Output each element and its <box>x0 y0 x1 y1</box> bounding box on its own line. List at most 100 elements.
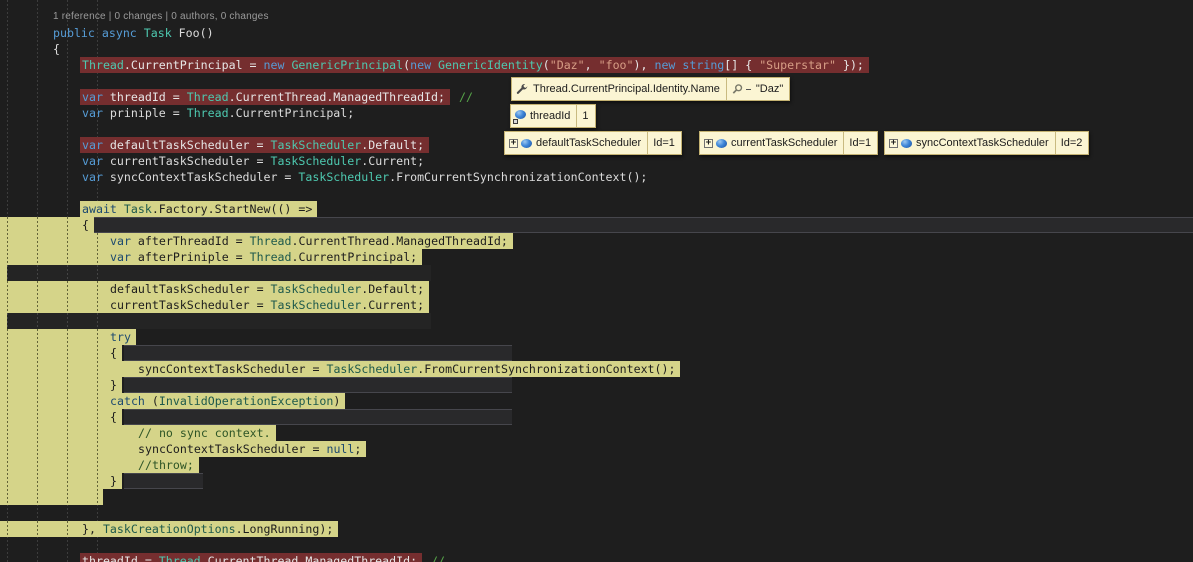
expander-icon[interactable]: + <box>889 138 898 148</box>
code-line[interactable] <box>0 489 1193 505</box>
codelens-info[interactable]: 1 reference | 0 changes | 0 authors, 0 c… <box>53 11 269 22</box>
expander-icon[interactable]: + <box>704 138 713 148</box>
expander-icon[interactable]: + <box>509 138 518 148</box>
code-line[interactable] <box>0 537 1193 553</box>
code-text[interactable]: var afterThreadId = Thread.CurrentThread… <box>108 233 513 249</box>
datatip-separator <box>725 78 727 100</box>
code-line[interactable]: } <box>0 377 1193 393</box>
highlight-margin-bar <box>0 297 108 313</box>
code-line[interactable]: var syncContextTaskScheduler = TaskSched… <box>0 169 1193 185</box>
code-text[interactable]: await Task.Factory.StartNew(() => <box>80 201 318 217</box>
code-line[interactable]: { <box>0 345 1193 361</box>
highlight-margin-bar <box>0 329 108 345</box>
code-text[interactable]: public async Task Foo() <box>51 25 219 41</box>
code-line[interactable]: { <box>0 409 1193 425</box>
code-line[interactable]: var afterPriniple = Thread.CurrentPrinci… <box>0 249 1193 265</box>
code-line[interactable]: { <box>0 41 1193 57</box>
code-line[interactable]: currentTaskScheduler = TaskScheduler.Cur… <box>0 297 1193 313</box>
datatip-currenttaskscheduler[interactable]: + currentTaskScheduler Id=1 <box>699 131 879 155</box>
highlight-margin-bar <box>0 425 136 441</box>
code-text[interactable]: var priniple = Thread.CurrentPrincipal; <box>80 105 359 121</box>
code-line[interactable]: var priniple = Thread.CurrentPrincipal; <box>0 105 1193 121</box>
code-text[interactable]: //throw; <box>136 457 199 473</box>
datatip-synccontexttaskscheduler[interactable]: + syncContextTaskScheduler Id=2 <box>884 131 1090 155</box>
code-line[interactable]: threadId = Thread.CurrentThread.ManagedT… <box>0 553 1193 562</box>
code-text[interactable]: syncContextTaskScheduler = null; <box>136 441 367 457</box>
line-band <box>124 409 512 425</box>
highlight-margin-bar <box>0 345 108 361</box>
code-text[interactable]: var currentTaskScheduler = TaskScheduler… <box>80 153 429 169</box>
code-text[interactable]: var syncContextTaskScheduler = TaskSched… <box>80 169 652 185</box>
highlight-margin-bar <box>0 281 108 297</box>
code-text[interactable]: var afterPriniple = Thread.CurrentPrinci… <box>108 249 423 265</box>
line-band <box>124 473 203 489</box>
code-text[interactable]: defaultTaskScheduler = TaskScheduler.Def… <box>108 281 430 297</box>
datatip-threadid[interactable]: threadId 1 <box>510 104 596 128</box>
code-line[interactable]: var currentTaskScheduler = TaskScheduler… <box>0 153 1193 169</box>
highlight-margin-bar <box>0 457 136 473</box>
code-text[interactable]: { <box>108 409 122 425</box>
highlight-margin-bar <box>0 217 80 233</box>
datatip-label: defaultTaskScheduler <box>536 137 642 149</box>
highlight-margin-bar <box>0 313 7 329</box>
code-editor[interactable]: 1 reference | 0 changes | 0 authors, 0 c… <box>0 0 1193 562</box>
code-text[interactable]: threadId = Thread.CurrentThread.ManagedT… <box>80 553 423 562</box>
code-text[interactable]: syncContextTaskScheduler = TaskScheduler… <box>136 361 681 377</box>
datatip-label: currentTaskScheduler <box>731 137 838 149</box>
code-line[interactable]: //throw; <box>0 457 1193 473</box>
line-band <box>124 345 512 361</box>
dropdown-caret-icon[interactable] <box>745 88 751 90</box>
code-text[interactable]: { <box>51 41 65 57</box>
datatip-value: Id=1 <box>653 137 675 149</box>
datatip-label: syncContextTaskScheduler <box>916 137 1049 149</box>
code-line[interactable] <box>0 265 1193 281</box>
line-band <box>7 265 431 281</box>
datatip-expression[interactable]: Thread.CurrentPrincipal.Identity.Name "D… <box>511 77 791 101</box>
datatip-separator <box>843 132 845 154</box>
code-text[interactable]: currentTaskScheduler = TaskScheduler.Cur… <box>108 297 430 313</box>
code-line[interactable]: syncContextTaskScheduler = TaskScheduler… <box>0 361 1193 377</box>
code-text[interactable]: Thread.CurrentPrincipal = new GenericPri… <box>80 57 869 73</box>
code-line[interactable]: { <box>0 217 1193 233</box>
datatip-separator <box>647 132 649 154</box>
code-text[interactable]: // <box>450 89 473 105</box>
code-line[interactable] <box>0 185 1193 201</box>
code-line[interactable]: public async Task Foo() <box>0 25 1193 41</box>
datatip-separator <box>1054 132 1056 154</box>
code-text[interactable]: { <box>108 345 122 361</box>
highlight-margin-bar <box>0 265 7 281</box>
highlight-margin-bar <box>0 489 103 505</box>
code-line[interactable]: 1 reference | 0 changes | 0 authors, 0 c… <box>0 9 1193 25</box>
code-line[interactable]: syncContextTaskScheduler = null; <box>0 441 1193 457</box>
line-band <box>94 217 1193 233</box>
code-text[interactable]: // no sync context. <box>136 425 276 441</box>
line-band <box>7 313 431 329</box>
code-text[interactable]: // <box>422 553 445 562</box>
code-line[interactable]: Thread.CurrentPrincipal = new GenericPri… <box>0 57 1193 73</box>
code-line[interactable] <box>0 505 1193 521</box>
code-line[interactable]: } <box>0 473 1193 489</box>
code-line[interactable]: }, TaskCreationOptions.LongRunning); <box>0 521 1193 537</box>
code-text[interactable]: var defaultTaskScheduler = TaskScheduler… <box>80 137 430 153</box>
code-line[interactable]: try <box>0 329 1193 345</box>
highlight-margin-bar <box>0 409 108 425</box>
code-text[interactable]: } <box>108 377 122 393</box>
code-text[interactable]: catch (InvalidOperationException) <box>108 393 346 409</box>
highlight-margin-bar <box>0 521 80 537</box>
highlight-margin-bar <box>0 361 136 377</box>
code-line[interactable]: await Task.Factory.StartNew(() => <box>0 201 1193 217</box>
code-line[interactable] <box>0 313 1193 329</box>
code-text[interactable]: try <box>108 329 136 345</box>
field-icon <box>716 138 727 148</box>
datatip-defaulttaskscheduler[interactable]: + defaultTaskScheduler Id=1 <box>504 131 682 155</box>
code-line[interactable]: var afterThreadId = Thread.CurrentThread… <box>0 233 1193 249</box>
code-line[interactable]: defaultTaskScheduler = TaskScheduler.Def… <box>0 281 1193 297</box>
magnifier-icon[interactable] <box>731 83 744 96</box>
datatip-value: 1 <box>582 110 589 122</box>
code-text[interactable]: }, TaskCreationOptions.LongRunning); <box>80 521 339 537</box>
code-line[interactable]: catch (InvalidOperationException) <box>0 393 1193 409</box>
code-line[interactable]: // no sync context. <box>0 425 1193 441</box>
code-text[interactable]: } <box>108 473 122 489</box>
code-text[interactable]: var threadId = Thread.CurrentThread.Mana… <box>80 89 450 105</box>
code-text[interactable]: { <box>80 217 94 233</box>
